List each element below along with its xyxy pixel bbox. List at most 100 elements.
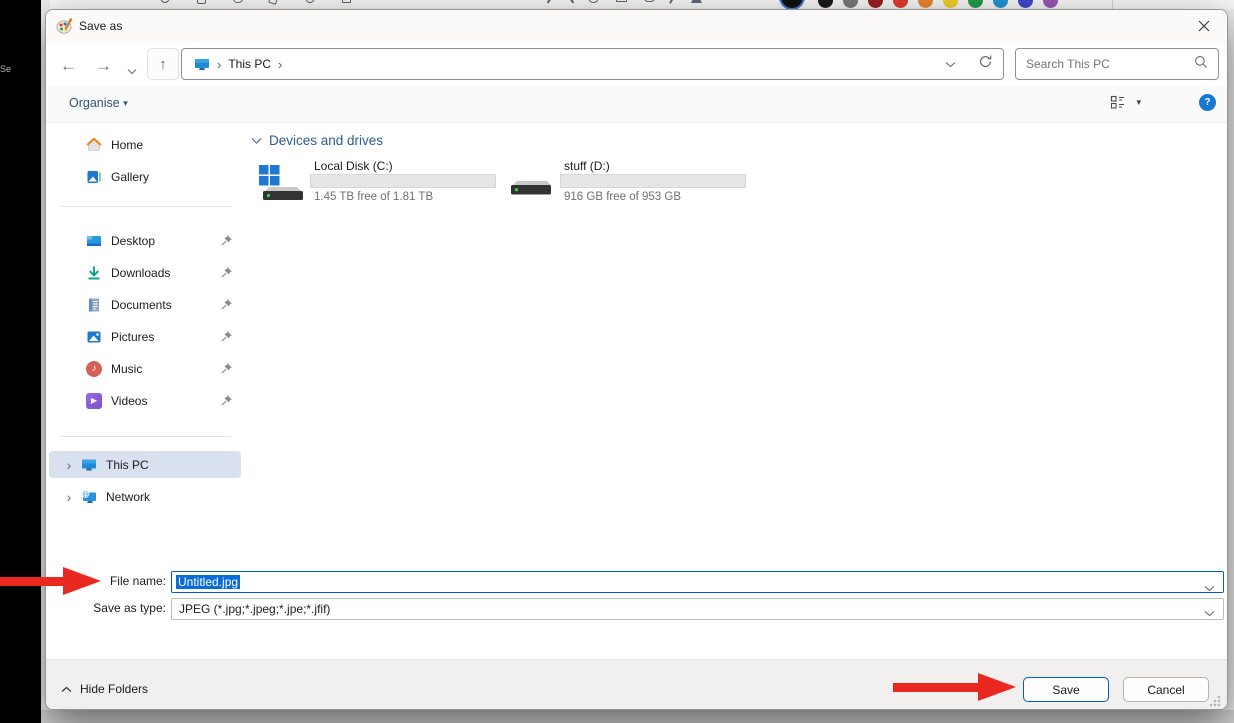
videos-icon: ▶	[86, 393, 102, 409]
desktop-icon	[86, 233, 102, 249]
network-icon	[81, 489, 97, 505]
drive-name: stuff (D:)	[564, 159, 610, 173]
paint-color-palette[interactable]	[818, 0, 1068, 8]
pin-icon	[220, 266, 233, 279]
section-collapse-chevron-icon	[251, 137, 262, 145]
sidebar-item-network[interactable]: › Network	[49, 483, 241, 510]
paint-color-dot[interactable]	[993, 0, 1008, 8]
dialog-titlebar[interactable]: Save as	[46, 10, 1227, 43]
recent-locations-chevron[interactable]	[127, 62, 137, 80]
paint-app-icon	[56, 18, 73, 35]
chevron-up-icon	[61, 686, 72, 693]
refresh-icon[interactable]	[978, 54, 993, 74]
sidebar-item-label: Gallery	[111, 170, 241, 184]
forward-button[interactable]: →	[95, 57, 112, 74]
back-button[interactable]: ←	[60, 57, 77, 74]
paint-color-dot[interactable]	[1043, 0, 1058, 8]
navigation-bar: ← → ↑ › This PC ›	[46, 43, 1227, 87]
paint-toolbar-strip	[50, 0, 1234, 9]
sidebar-item-music[interactable]: ♪ Music	[49, 355, 241, 382]
paint-panel-divider	[1112, 0, 1113, 9]
downloads-icon	[86, 265, 102, 281]
address-bar[interactable]: › This PC ›	[181, 48, 1004, 80]
sidebar-divider	[61, 436, 231, 437]
sidebar-item-documents[interactable]: Documents	[49, 291, 241, 318]
close-icon	[1198, 20, 1210, 32]
hard-drive-icon	[509, 171, 553, 202]
expand-chevron-icon[interactable]: ›	[57, 489, 81, 505]
address-dropdown-chevron[interactable]	[945, 55, 956, 73]
save-as-dialog: Save as ← → ↑	[45, 9, 1228, 710]
hard-drive-windows-icon	[259, 165, 303, 208]
background-text-fragment: Se	[0, 64, 11, 74]
command-bar: Organise ▾ ▾ ?	[46, 87, 1227, 123]
home-icon	[86, 137, 102, 153]
section-devices-and-drives[interactable]: Devices and drives	[251, 133, 383, 148]
paint-color-dot[interactable]	[918, 0, 933, 8]
paint-tool-fragments	[160, 0, 351, 4]
organise-caret-icon: ▾	[123, 98, 128, 108]
close-button[interactable]	[1187, 12, 1221, 40]
hide-folders-button[interactable]: Hide Folders	[61, 682, 148, 696]
paint-shape-fragments	[550, 0, 702, 4]
breadcrumb-chevron-icon: ›	[217, 57, 221, 72]
search-icon	[1194, 55, 1208, 74]
sidebar-item-desktop[interactable]: Desktop	[49, 227, 241, 254]
cancel-button[interactable]: Cancel	[1123, 677, 1209, 702]
save-as-type-value: JPEG (*.jpg;*.jpeg;*.jpe;*.jfif)	[179, 602, 330, 616]
documents-icon	[86, 297, 102, 313]
breadcrumb-chevron-icon-2: ›	[278, 57, 282, 72]
file-name-dropdown-chevron[interactable]	[1204, 579, 1215, 597]
resize-grip[interactable]	[1209, 695, 1221, 707]
organise-button[interactable]: Organise ▾	[69, 96, 128, 110]
paint-color-dot[interactable]	[843, 0, 858, 8]
view-caret-icon: ▾	[1136, 97, 1141, 108]
expand-chevron-icon[interactable]: ›	[57, 457, 81, 473]
file-name-input[interactable]: Untitled.jpg	[171, 571, 1224, 593]
sidebar-item-label: This PC	[106, 458, 241, 472]
paint-color-dot[interactable]	[818, 0, 833, 8]
drive-name: Local Disk (C:)	[314, 159, 393, 173]
save-button[interactable]: Save	[1023, 677, 1109, 702]
paint-window-bottom-strip	[41, 710, 1234, 723]
sidebar-item-this-pc[interactable]: › This PC	[49, 451, 241, 478]
pin-icon	[220, 394, 233, 407]
sidebar-divider	[61, 206, 231, 207]
help-button[interactable]: ?	[1199, 94, 1216, 111]
dialog-footer: Hide Folders Save Cancel	[46, 659, 1227, 710]
drive-tile-d[interactable]: stuff (D:) 916 GB free of 953 GB	[509, 159, 749, 219]
sidebar-item-pictures[interactable]: Pictures	[49, 323, 241, 350]
dialog-title: Save as	[79, 19, 122, 33]
this-pc-icon	[81, 457, 97, 473]
paint-color-dot[interactable]	[968, 0, 983, 8]
save-as-type-label: Save as type:	[46, 601, 166, 615]
paint-selected-color-dot[interactable]	[779, 0, 805, 9]
search-input[interactable]: Search This PC	[1015, 48, 1219, 80]
save-as-type-dropdown-chevron[interactable]	[1204, 606, 1215, 620]
gallery-icon	[86, 169, 102, 185]
paint-color-dot[interactable]	[1018, 0, 1033, 8]
file-name-value: Untitled.jpg	[176, 575, 240, 589]
up-button[interactable]: ↑	[147, 48, 179, 80]
paint-color-dot[interactable]	[893, 0, 908, 8]
drive-free-space: 916 GB free of 953 GB	[564, 191, 681, 203]
screenshot-root: Se	[0, 0, 1234, 723]
drive-free-space: 1.45 TB free of 1.81 TB	[314, 191, 433, 203]
paint-color-dot[interactable]	[868, 0, 883, 8]
drive-tile-c[interactable]: Local Disk (C:) 1.45 TB free of 1.81 TB	[259, 159, 499, 219]
sidebar-item-videos[interactable]: ▶ Videos	[49, 387, 241, 414]
section-title: Devices and drives	[269, 133, 383, 148]
pin-icon	[220, 330, 233, 343]
pictures-icon	[86, 329, 102, 345]
sidebar-item-home[interactable]: Home	[49, 131, 241, 158]
sidebar-item-label: Home	[111, 138, 241, 152]
view-options-button[interactable]: ▾	[1110, 94, 1141, 110]
sidebar-item-downloads[interactable]: Downloads	[49, 259, 241, 286]
pin-icon	[220, 298, 233, 311]
sidebar-item-gallery[interactable]: Gallery	[49, 163, 241, 190]
breadcrumb-this-pc[interactable]: This PC	[228, 57, 271, 71]
save-as-type-select[interactable]: JPEG (*.jpg;*.jpeg;*.jpe;*.jfif)	[171, 598, 1224, 620]
search-placeholder: Search This PC	[1026, 57, 1194, 71]
paint-color-dot[interactable]	[943, 0, 958, 8]
sidebar-item-label: Network	[106, 490, 241, 504]
